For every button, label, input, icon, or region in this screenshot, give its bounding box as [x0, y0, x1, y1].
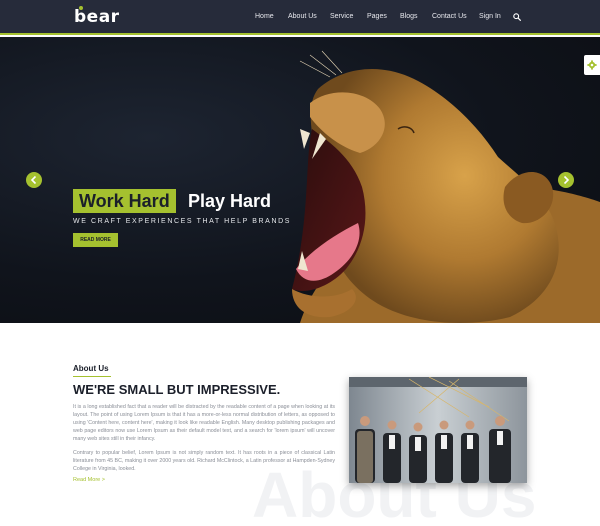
hero-lion-image — [292, 50, 600, 323]
hero-title-highlight: Work Hard — [73, 189, 176, 213]
hero-subtitle: WE CRAFT EXPERIENCES THAT HELP BRANDS — [73, 218, 292, 225]
about-label: About Us — [73, 364, 109, 373]
chevron-right-icon — [563, 175, 570, 185]
search-icon[interactable] — [513, 13, 521, 21]
nav-blogs[interactable]: Blogs — [400, 13, 418, 20]
hero-title-rest: Play Hard — [188, 191, 272, 211]
team-photo — [349, 377, 527, 483]
nav-sign-in[interactable]: Sign In — [479, 13, 501, 20]
nav-home[interactable]: Home — [255, 13, 274, 20]
settings-toggle[interactable] — [584, 55, 600, 75]
nav-about-us[interactable]: About Us — [288, 13, 317, 20]
about-heading: WE'RE SMALL BUT IMPRESSIVE. — [73, 382, 281, 397]
about-underline — [73, 376, 111, 377]
about-paragraph-2: Contrary to popular belief, Lorem Ipsum … — [73, 450, 335, 472]
slider-prev-button[interactable] — [26, 172, 42, 188]
main-nav: Home About Us Service Pages Blogs Contac… — [0, 13, 600, 25]
team-photo-image — [349, 377, 527, 483]
nav-pages[interactable]: Pages — [367, 13, 387, 20]
slider-next-button[interactable] — [558, 172, 574, 188]
gear-icon — [587, 60, 597, 70]
logo-dot — [79, 6, 83, 10]
top-navbar: bear Home About Us Service Pages Blogs C… — [0, 0, 600, 35]
about-read-more-link[interactable]: Read More > — [73, 477, 105, 483]
about-paragraph-1: It is a long established fact that a rea… — [73, 404, 335, 442]
nav-service[interactable]: Service — [330, 13, 353, 20]
nav-contact-us[interactable]: Contact Us — [432, 13, 467, 20]
chevron-left-icon — [30, 175, 37, 185]
hero-read-more-button[interactable]: READ MORE — [73, 233, 118, 247]
hero-slider: Work Hard Play Hard WE CRAFT EXPERIENCES… — [0, 37, 600, 323]
